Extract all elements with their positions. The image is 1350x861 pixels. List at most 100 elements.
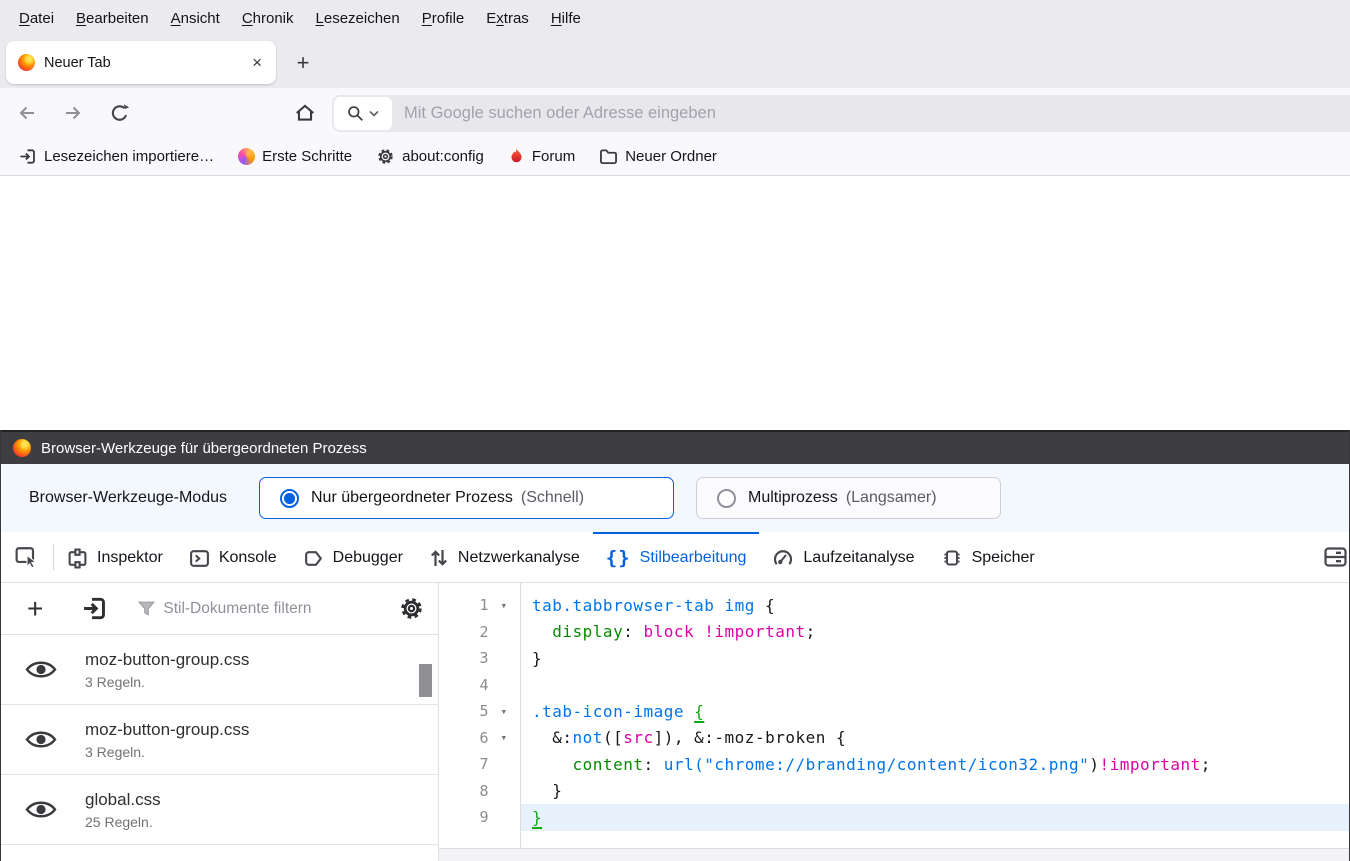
line-number: 1 [439, 596, 489, 614]
import-sheet-icon [81, 595, 108, 622]
home-button[interactable] [288, 96, 322, 130]
back-button[interactable] [10, 96, 44, 130]
fold-toggle-icon[interactable]: ▾ [489, 599, 519, 612]
editor-line[interactable] [521, 672, 1349, 699]
bookmark-neuer-ordner[interactable]: Neuer Ordner [591, 144, 725, 169]
editor-line[interactable]: content: url("chrome://branding/content/… [521, 751, 1349, 778]
search-mode-switcher[interactable] [334, 97, 392, 130]
tab-netzwerkanalyse[interactable]: Netzwerkanalyse [416, 532, 593, 582]
tab-laufzeitanalyse[interactable]: Laufzeitanalyse [759, 532, 927, 582]
editor-line[interactable]: display: block !important; [521, 619, 1349, 646]
tab-inspektor[interactable]: Inspektor [54, 532, 176, 582]
flame-icon [508, 148, 525, 166]
menu-chronik[interactable]: Chronik [231, 6, 305, 31]
page-content-empty [0, 177, 1350, 430]
stylesheet-item[interactable]: moz-button-group.css 3 Regeln. [1, 705, 438, 775]
tab-title: Neuer Tab [44, 55, 248, 71]
bookmark-import[interactable]: Lesezeichen importiere… [10, 143, 222, 170]
pick-element-button[interactable] [1, 532, 53, 582]
bookmark-forum[interactable]: Forum [500, 144, 583, 170]
import-stylesheet-button[interactable] [81, 595, 108, 622]
visibility-toggle[interactable] [25, 799, 57, 820]
import-icon [18, 147, 37, 166]
menu-lesezeichen[interactable]: Lesezeichen [305, 6, 411, 31]
editor-line[interactable]: } [521, 645, 1349, 672]
stylesheet-name: moz-button-group.css [85, 720, 249, 740]
scrollbar-thumb[interactable] [419, 664, 432, 697]
performance-icon [772, 547, 794, 569]
stylesheet-rule-count: 3 Regeln. [85, 674, 249, 690]
radio-off-icon[interactable] [717, 489, 736, 508]
browser-tab[interactable]: Neuer Tab × [6, 41, 276, 84]
fold-toggle-icon[interactable]: ▾ [489, 705, 519, 718]
reload-button[interactable] [102, 96, 136, 130]
editor-gutter: 1▾2345▾6▾789 [439, 583, 521, 848]
storage-icon [1323, 546, 1349, 568]
bookmark-erste-schritte[interactable]: Erste Schritte [230, 144, 360, 169]
new-tab-button[interactable]: + [288, 48, 318, 78]
editor-line[interactable]: .tab-icon-image { [521, 698, 1349, 725]
mode-option-parent-process[interactable]: Nur übergeordneter Prozess (Schnell) [259, 477, 674, 519]
forward-arrow-icon [62, 103, 84, 123]
stylesheet-rule-count: 25 Regeln. [85, 814, 161, 830]
gutter-line: 7 [439, 751, 520, 778]
tab-storage-partial[interactable] [1323, 532, 1349, 582]
visibility-toggle[interactable] [25, 729, 57, 750]
editor-line[interactable]: tab.tabbrowser-tab img { [521, 592, 1349, 619]
globe-gradient-icon [238, 148, 255, 165]
editor-line[interactable]: } [521, 804, 1349, 831]
menu-extras[interactable]: Extras [475, 6, 540, 31]
tab-speicher[interactable]: Speicher [928, 532, 1048, 582]
debugger-icon [303, 548, 324, 569]
editor-code-area[interactable]: tab.tabbrowser-tab img { display: block … [521, 583, 1349, 848]
gutter-line: 4 [439, 672, 520, 699]
line-number: 7 [439, 755, 489, 773]
options-button[interactable] [399, 596, 424, 621]
menu-hilfe[interactable]: Hilfe [540, 6, 592, 31]
stylesheet-item[interactable]: moz-button-group.css 3 Regeln. [1, 635, 438, 705]
fold-toggle-icon[interactable]: ▾ [489, 731, 519, 744]
new-stylesheet-button[interactable]: + [27, 595, 43, 623]
menu-datei[interactable]: Datei [8, 6, 65, 31]
tab-close-icon[interactable]: × [248, 54, 266, 71]
editor-line[interactable]: &:not([src]), &:-moz-broken { [521, 725, 1349, 752]
console-icon [189, 548, 210, 569]
stylesheet-sidebar: + moz [1, 583, 439, 861]
toolbox-titlebar[interactable]: Browser-Werkzeuge für übergeordneten Pro… [1, 430, 1349, 464]
stylesheet-item[interactable]: global.css 25 Regeln. [1, 775, 438, 845]
menu-ansicht[interactable]: Ansicht [160, 6, 231, 31]
style-editor-panel: + moz [1, 583, 1349, 861]
gutter-line: 6▾ [439, 725, 520, 752]
folder-icon [599, 148, 618, 165]
pick-element-icon [15, 546, 39, 568]
line-number: 8 [439, 782, 489, 800]
css-source-editor[interactable]: 1▾2345▾6▾789 tab.tabbrowser-tab img { di… [439, 583, 1349, 861]
visibility-toggle[interactable] [25, 659, 57, 680]
firefox-favicon [18, 54, 35, 71]
radio-on-icon[interactable] [280, 489, 299, 508]
forward-button[interactable] [56, 96, 90, 130]
url-bar[interactable] [332, 95, 1350, 132]
inspector-icon [67, 548, 88, 569]
stylesheet-rule-count: 3 Regeln. [85, 744, 249, 760]
line-number: 4 [439, 676, 489, 694]
style-editor-icon: {} [606, 547, 631, 569]
editor-line[interactable]: } [521, 778, 1349, 805]
eye-icon [25, 659, 57, 680]
menu-bearbeiten[interactable]: Bearbeiten [65, 6, 160, 31]
editor-bottom-strip [439, 848, 1349, 861]
filter-box[interactable] [138, 600, 393, 618]
browser-toolbox-window: Browser-Werkzeuge für übergeordneten Pro… [0, 430, 1350, 861]
sidebar-scrollbar[interactable] [413, 639, 435, 858]
bookmark-about-config[interactable]: about:config [368, 143, 492, 170]
tab-konsole[interactable]: Konsole [176, 532, 290, 582]
filter-stylesheets-input[interactable] [163, 600, 313, 618]
navigation-bar [0, 88, 1350, 138]
mode-option-multiprocess[interactable]: Multiprozess (Langsamer) [696, 477, 1001, 519]
tab-debugger[interactable]: Debugger [290, 532, 416, 582]
firefox-icon [13, 439, 31, 457]
tab-stilbearbeitung[interactable]: {} Stilbearbeitung [593, 532, 760, 582]
url-input[interactable] [404, 104, 1350, 123]
toolbox-mode-bar: Browser-Werkzeuge-Modus Nur übergeordnet… [1, 464, 1349, 532]
menu-profile[interactable]: Profile [411, 6, 476, 31]
